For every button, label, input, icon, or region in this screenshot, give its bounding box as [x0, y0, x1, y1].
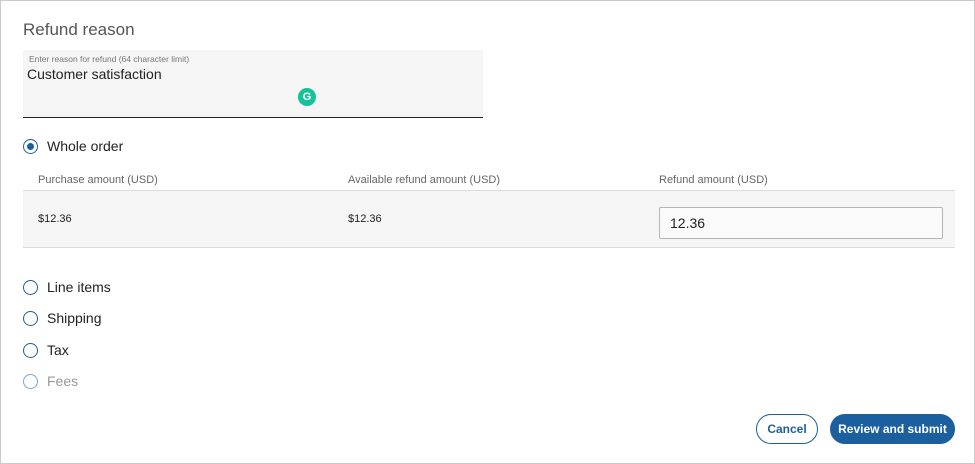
radio-shipping[interactable]: Shipping — [23, 310, 102, 326]
radio-unselected-icon[interactable] — [23, 342, 38, 358]
radio-fees: Fees — [23, 373, 78, 389]
column-header-refund: Refund amount (USD) — [659, 174, 768, 186]
radio-unselected-icon[interactable] — [23, 279, 38, 295]
refund-reason-input[interactable]: Customer satisfaction — [27, 66, 162, 82]
radio-line-items[interactable]: Line items — [23, 279, 111, 295]
column-header-purchase: Purchase amount (USD) — [38, 174, 158, 186]
radio-selected-icon[interactable] — [23, 138, 38, 154]
section-title: Refund reason — [23, 20, 135, 39]
radio-unselected-icon[interactable] — [23, 310, 38, 326]
table-row: $12.36 $12.36 12.36 — [23, 191, 955, 248]
radio-whole-order[interactable]: Whole order — [23, 138, 123, 154]
refund-reason-placeholder: Enter reason for refund (64 character li… — [29, 54, 190, 64]
refund-reason-field[interactable]: Enter reason for refund (64 character li… — [23, 50, 483, 118]
radio-label-whole-order: Whole order — [47, 138, 124, 154]
available-amount-value: $12.36 — [348, 213, 382, 225]
radio-label-line-items: Line items — [47, 279, 111, 295]
purchase-amount-value: $12.36 — [38, 213, 72, 225]
radio-label-fees: Fees — [47, 373, 79, 389]
column-header-available: Available refund amount (USD) — [348, 174, 501, 186]
radio-label-tax: Tax — [47, 342, 69, 358]
review-and-submit-button[interactable]: Review and submit — [830, 414, 955, 444]
refund-amount-input[interactable]: 12.36 — [659, 207, 943, 239]
radio-tax[interactable]: Tax — [23, 342, 69, 358]
grammarly-icon[interactable]: G — [298, 88, 316, 106]
refund-panel: Refund reason Enter reason for refund (6… — [0, 0, 975, 464]
radio-disabled-icon — [23, 373, 38, 389]
cancel-button[interactable]: Cancel — [756, 414, 818, 444]
radio-label-shipping: Shipping — [47, 310, 102, 326]
refund-table-header: Purchase amount (USD) Available refund a… — [23, 167, 955, 191]
